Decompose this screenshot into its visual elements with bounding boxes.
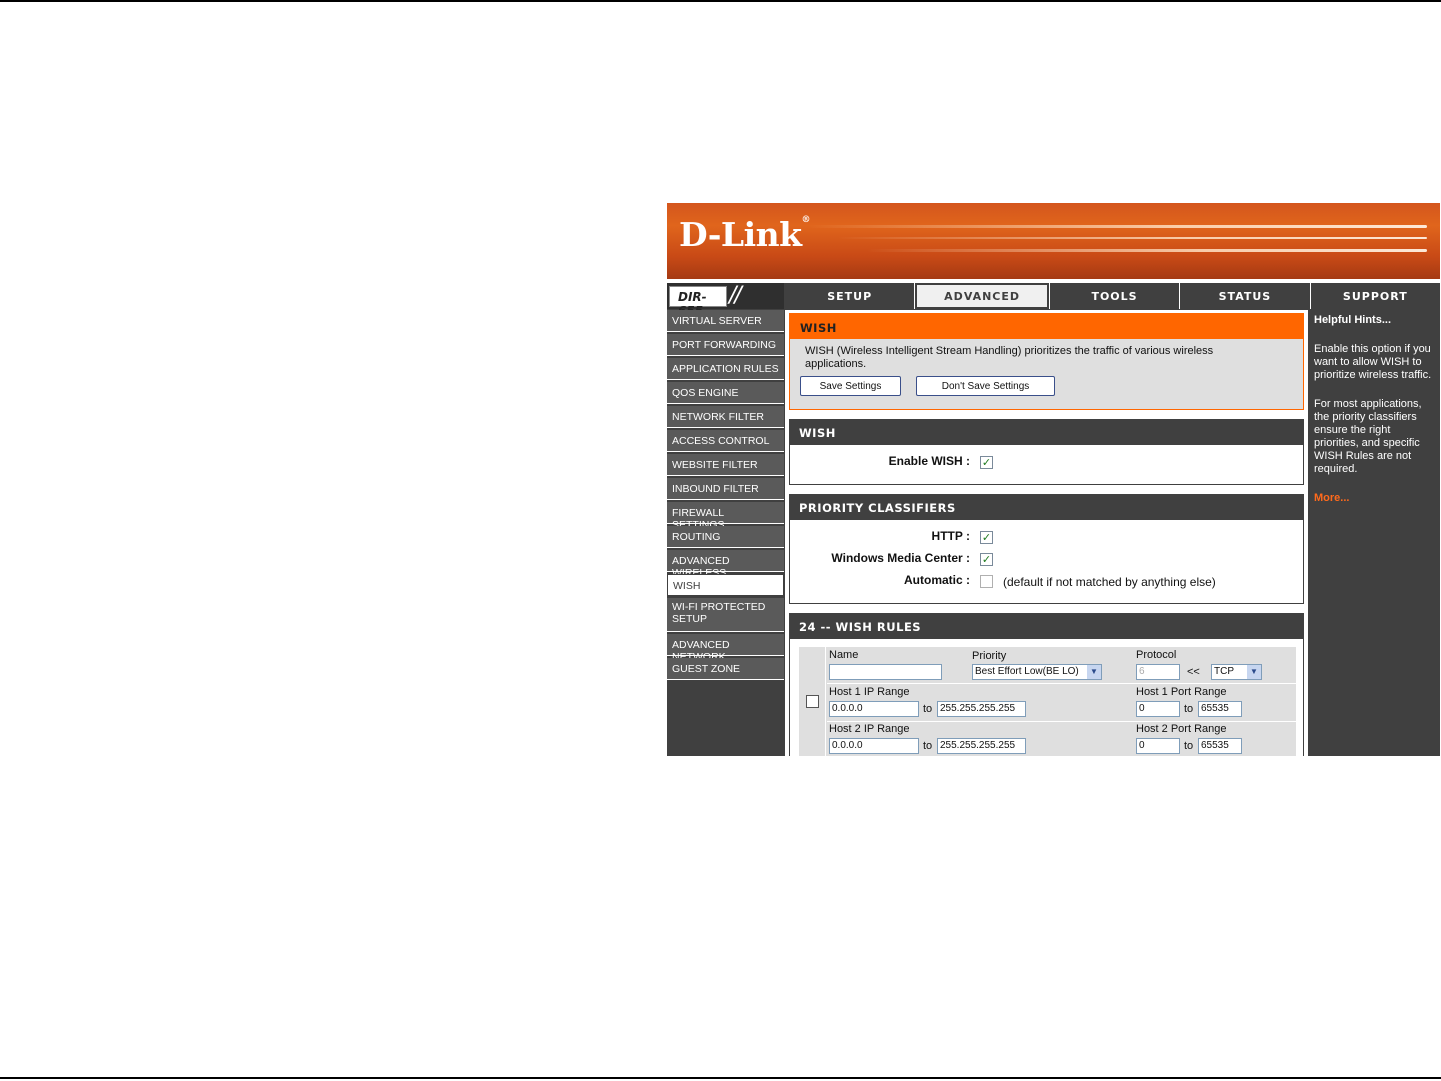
sidebar-item-firewall-settings[interactable]: FIREWALL SETTINGS: [667, 502, 784, 531]
check-icon: ✓: [981, 553, 992, 566]
banner-streak: [807, 225, 1427, 228]
helpful-hints-panel: Helpful Hints... Enable this option if y…: [1310, 310, 1440, 756]
to-label: to: [923, 703, 933, 715]
automatic-checkbox[interactable]: [980, 575, 993, 588]
sidebar-item-virtual-server[interactable]: VIRTUAL SERVER: [667, 310, 784, 332]
host2-port-label: Host 2 Port Range: [1136, 723, 1227, 735]
http-checkbox[interactable]: ✓: [980, 531, 993, 544]
wish-panel: WISH Enable WISH : ✓: [789, 419, 1304, 485]
host1-ip-from-input[interactable]: 0.0.0.0: [829, 701, 919, 717]
top-nav-tabs: SETUP ADVANCED TOOLS STATUS SUPPORT: [785, 283, 1440, 309]
priority-classifiers-title: PRIORITY CLASSIFIERS: [790, 495, 1303, 520]
sidebar-item-network-filter[interactable]: NETWORK FILTER: [667, 406, 784, 428]
windows-media-center-label: Windows Media Center :: [831, 551, 970, 565]
check-icon: ✓: [981, 456, 992, 469]
host2-port-to-input[interactable]: 65535: [1198, 738, 1242, 754]
sidebar-item-routing[interactable]: ROUTING: [667, 526, 784, 548]
rule-row-host1: Host 1 IP Range 0.0.0.0 to 255.255.255.2…: [827, 685, 1296, 722]
wish-panel-title: WISH: [790, 420, 1303, 445]
dlink-banner: D-Link®: [667, 203, 1440, 279]
tab-tools[interactable]: TOOLS: [1049, 283, 1180, 309]
windows-media-center-checkbox[interactable]: ✓: [980, 553, 993, 566]
rule-enable-checkbox[interactable]: [806, 695, 819, 708]
intro-title: WISH: [790, 314, 1303, 339]
http-label: HTTP :: [931, 529, 970, 543]
sidebar-item-qos-engine[interactable]: QOS ENGINE: [667, 382, 784, 404]
sidebar-item-inbound-filter[interactable]: INBOUND FILTER: [667, 478, 784, 500]
protocol-label: Protocol: [1136, 649, 1177, 661]
dont-save-settings-button[interactable]: Don't Save Settings: [916, 376, 1055, 396]
host2-port-from-input[interactable]: 0: [1136, 738, 1180, 754]
protocol-arrow: <<: [1187, 666, 1200, 678]
protocol-number-input[interactable]: 6: [1136, 664, 1180, 680]
to-label: to: [1184, 703, 1194, 715]
sidebar-item-access-control[interactable]: ACCESS CONTROL: [667, 430, 784, 452]
tab-support[interactable]: SUPPORT: [1310, 283, 1440, 309]
tab-status[interactable]: STATUS: [1180, 283, 1310, 309]
wish-rule-24: Name Priority Best Effort Low(BE LO) ▼ P…: [799, 647, 1296, 756]
wish-rules-title: 24 -- WISH RULES: [790, 614, 1303, 639]
sidebar-item-wifi-protected-setup[interactable]: WI-FI PROTECTED SETUP: [667, 598, 784, 632]
wish-rules-panel: 24 -- WISH RULES Name Priority Best Effo…: [789, 613, 1304, 756]
check-icon: ✓: [981, 531, 992, 544]
model-slash-icon: //: [729, 283, 742, 308]
hint-enable-text: Enable this option if you want to allow …: [1314, 343, 1432, 381]
priority-selected-value: Best Effort Low(BE LO): [975, 666, 1079, 677]
to-label: to: [1184, 740, 1194, 752]
rule-row-host2: Host 2 IP Range 0.0.0.0 to 255.255.255.2…: [827, 722, 1296, 756]
host1-ip-label: Host 1 IP Range: [829, 686, 910, 698]
protocol-selected-value: TCP: [1214, 666, 1234, 677]
sidebar-item-wish[interactable]: WISH: [667, 574, 784, 596]
intro-description: WISH (Wireless Intelligent Stream Handli…: [805, 345, 1214, 370]
tab-setup[interactable]: SETUP: [785, 283, 915, 309]
enable-wish-label: Enable WISH :: [888, 454, 970, 468]
model-box: DIR-655: [669, 286, 727, 318]
automatic-label: Automatic :: [904, 573, 970, 587]
sidebar-item-advanced-network[interactable]: ADVANCED NETWORK: [667, 634, 784, 663]
hints-title: Helpful Hints...: [1314, 314, 1391, 326]
protocol-select[interactable]: TCP ▼: [1211, 664, 1262, 680]
main-content: WISH WISH (Wireless Intelligent Stream H…: [785, 310, 1308, 756]
banner-streak: [867, 249, 1427, 252]
model-badge: DIR-655 //: [667, 283, 784, 318]
sidebar-item-website-filter[interactable]: WEBSITE FILTER: [667, 454, 784, 476]
priority-select[interactable]: Best Effort Low(BE LO) ▼: [972, 664, 1102, 680]
priority-classifiers-panel: PRIORITY CLASSIFIERS HTTP : ✓ Windows Me…: [789, 494, 1304, 604]
rule-row-name-priority-protocol: Name Priority Best Effort Low(BE LO) ▼ P…: [827, 647, 1296, 684]
automatic-note: (default if not matched by anything else…: [1003, 575, 1216, 589]
more-link[interactable]: More...: [1314, 492, 1436, 505]
save-settings-button[interactable]: Save Settings: [800, 376, 901, 396]
hint-classifiers-text: For most applications, the priority clas…: [1314, 398, 1422, 475]
dlink-logo: D-Link®: [679, 215, 811, 254]
sidebar-nav: VIRTUAL SERVER PORT FORWARDING APPLICATI…: [667, 310, 784, 756]
priority-label: Priority: [972, 650, 1007, 662]
rule-enable-cell: [799, 647, 826, 756]
host2-ip-label: Host 2 IP Range: [829, 723, 910, 735]
sidebar-item-guest-zone[interactable]: GUEST ZONE: [667, 658, 784, 680]
rule-name-input[interactable]: [829, 664, 942, 680]
host2-ip-from-input[interactable]: 0.0.0.0: [829, 738, 919, 754]
chevron-down-icon: ▼: [1087, 665, 1101, 679]
sidebar-item-advanced-wireless[interactable]: ADVANCED WIRELESS: [667, 550, 784, 579]
host2-ip-to-input[interactable]: 255.255.255.255: [937, 738, 1026, 754]
rule-name-label: Name: [829, 649, 859, 661]
to-label: to: [923, 740, 933, 752]
host1-port-label: Host 1 Port Range: [1136, 686, 1227, 698]
intro-panel: WISH WISH (Wireless Intelligent Stream H…: [789, 313, 1304, 410]
page-top-rule: [0, 0, 1441, 2]
chevron-down-icon: ▼: [1247, 665, 1261, 679]
host1-ip-to-input[interactable]: 255.255.255.255: [937, 701, 1026, 717]
tab-advanced[interactable]: ADVANCED: [915, 283, 1049, 309]
banner-streak: [837, 237, 1427, 239]
page-bottom-rule: [0, 1077, 1441, 1079]
router-admin-screenshot: D-Link® DIR-655 // SETUP ADVANCED TOOLS …: [667, 203, 1440, 756]
sidebar-item-port-forwarding[interactable]: PORT FORWARDING: [667, 334, 784, 356]
sidebar-item-application-rules[interactable]: APPLICATION RULES: [667, 358, 784, 380]
enable-wish-checkbox[interactable]: ✓: [980, 456, 993, 469]
host1-port-to-input[interactable]: 65535: [1198, 701, 1242, 717]
host1-port-from-input[interactable]: 0: [1136, 701, 1180, 717]
